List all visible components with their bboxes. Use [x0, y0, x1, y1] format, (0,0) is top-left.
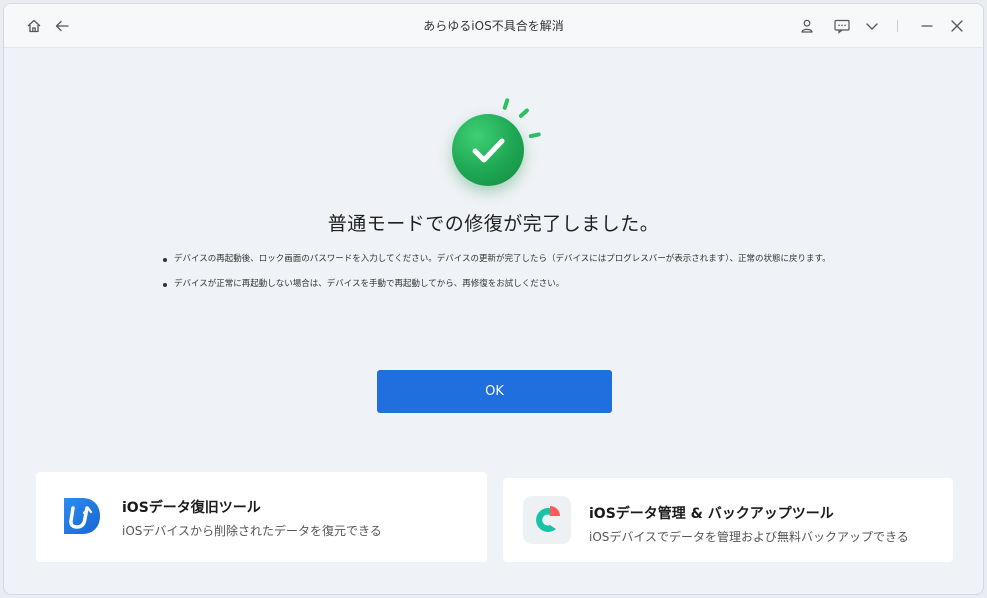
chevron-down-icon[interactable]	[862, 16, 882, 36]
promo-card-data-manager[interactable]: iOSデータ管理 & バックアップツール iOSデバイスでデータを管理および無料…	[503, 478, 953, 562]
title-bar: あらゆるiOS不具合を解消	[4, 4, 983, 48]
promo-subtitle: iOSデバイスから削除されたデータを復元できる	[122, 524, 382, 538]
instruction-item: デバイスが正常に再起動しない場合は、デバイスを手動で再起動してから、再修復をお試…	[162, 279, 842, 290]
check-circle-icon	[452, 114, 524, 186]
data-manager-app-icon	[523, 496, 571, 544]
instruction-list: デバイスの再起動後、ロック画面のパスワードを入力してください。デバイスの更新が完…	[162, 254, 842, 304]
ok-button[interactable]: OK	[377, 370, 612, 413]
sparkle-ray	[502, 97, 510, 111]
data-recovery-app-icon	[56, 492, 104, 540]
result-heading: 普通モードでの修復が完了しました。	[327, 213, 660, 235]
message-icon[interactable]	[832, 16, 852, 36]
sparkle-ray	[528, 132, 541, 138]
promo-title: iOSデータ復旧ツール	[122, 500, 261, 516]
promo-subtitle: iOSデバイスでデータを管理および無料バックアップできる	[589, 530, 909, 544]
promo-card-data-recovery[interactable]: iOSデータ復旧ツール iOSデバイスから削除されたデータを復元できる	[36, 472, 487, 562]
success-graphic	[444, 94, 554, 194]
app-window: あらゆるiOS不具合を解消 普通モードでの修復が完了しました。 デバイスの再起動…	[3, 3, 984, 595]
promo-title: iOSデータ管理 & バックアップツール	[589, 506, 834, 522]
close-icon[interactable]	[947, 16, 967, 36]
instruction-item: デバイスの再起動後、ロック画面のパスワードを入力してください。デバイスの更新が完…	[162, 254, 842, 265]
minimize-icon[interactable]	[917, 16, 937, 36]
user-icon[interactable]	[797, 16, 817, 36]
titlebar-divider	[897, 20, 898, 32]
